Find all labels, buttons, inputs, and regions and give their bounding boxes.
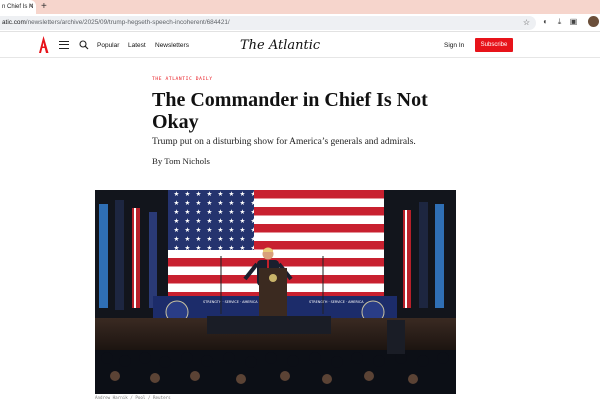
- article-dek: Trump put on a disturbing show for Ameri…: [152, 137, 416, 147]
- stage-banner-right: STRENGTH · SERVICE · AMERICA: [309, 300, 364, 304]
- stage-banner-left: STRENGTH · SERVICE · AMERICA: [203, 300, 258, 304]
- article-headline: The Commander in Chief Is Not Okay: [152, 89, 428, 133]
- audience: [95, 350, 456, 394]
- side-flags-right: [403, 202, 444, 308]
- bookmark-star-icon[interactable]: ☆: [523, 16, 530, 30]
- hero-photo-illustration: ★: [95, 190, 456, 394]
- security-officer: [387, 320, 405, 354]
- nav-latest[interactable]: Latest: [128, 33, 146, 58]
- browser-tab[interactable]: n Chief Is N ×: [0, 0, 36, 14]
- browser-tab-bar: n Chief Is N × +: [0, 0, 600, 14]
- download-icon[interactable]: ⤓: [555, 17, 564, 26]
- address-bar[interactable]: atic.com/newsletters/archive/2025/09/tru…: [0, 16, 536, 30]
- browser-toolbar: atic.com/newsletters/archive/2025/09/tru…: [0, 14, 600, 32]
- hamburger-menu-icon[interactable]: [59, 41, 69, 49]
- url-path: /newsletters/archive/2025/09/trump-hegse…: [25, 19, 230, 26]
- subscribe-button[interactable]: Subscribe: [475, 38, 513, 52]
- article-kicker[interactable]: THE ATLANTIC DAILY: [152, 77, 213, 82]
- search-icon[interactable]: [79, 40, 89, 50]
- brand-wordmark[interactable]: The Atlantic: [240, 34, 320, 57]
- article-byline[interactable]: By Tom Nichols: [152, 156, 210, 167]
- sign-in-link[interactable]: Sign In: [444, 33, 464, 58]
- extension-icon[interactable]: ◐: [541, 17, 550, 26]
- nav-popular[interactable]: Popular: [97, 33, 119, 58]
- nav-newsletters[interactable]: Newsletters: [155, 33, 189, 58]
- tab-close-icon[interactable]: ×: [29, 0, 33, 14]
- profile-avatar[interactable]: [588, 16, 599, 27]
- url-host: atic.com: [2, 19, 26, 26]
- new-tab-button[interactable]: +: [41, 0, 47, 14]
- side-panel-icon[interactable]: ▣: [569, 17, 578, 26]
- atlantic-a-logo[interactable]: [38, 36, 49, 54]
- photo-credit: Andrew Harnik / Pool / Reuters: [95, 395, 171, 400]
- hero-photo: ★: [95, 190, 456, 394]
- site-header: Popular Latest Newsletters The Atlantic …: [0, 33, 600, 58]
